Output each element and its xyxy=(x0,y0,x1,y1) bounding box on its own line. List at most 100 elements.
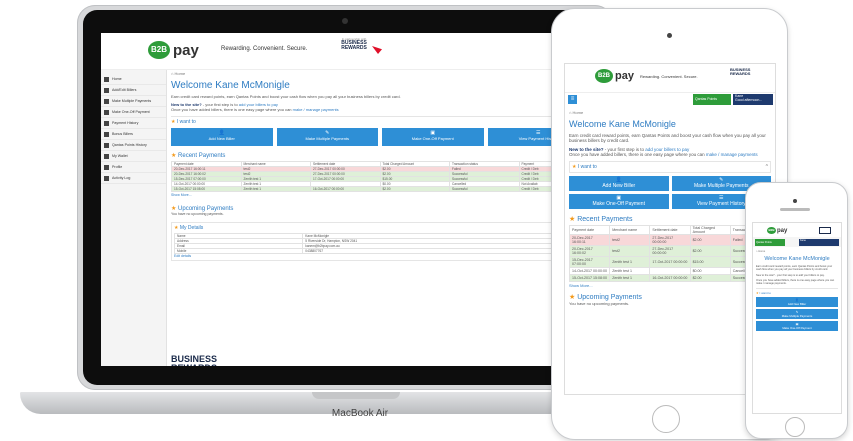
sidebar-item[interactable]: Activity Log xyxy=(101,173,166,184)
table-row[interactable]: 20-Dec-2017 16:00:02 test2 27-Dec-2017 00:… xyxy=(568,245,772,257)
sidebar-item[interactable]: Add/Edit Billers xyxy=(101,85,166,96)
sidebar-item-label: Qantas Points History xyxy=(112,143,147,147)
table-cell: Zenith test 1 xyxy=(609,274,651,282)
action-label: Add New Biller xyxy=(208,136,235,141)
pay-logo-text: pay xyxy=(173,41,199,59)
tablet-brand-logo[interactable]: B2B pay xyxy=(595,69,634,83)
manage-payments-link[interactable]: make / manage payments xyxy=(706,152,758,157)
phone-speaker xyxy=(780,208,810,211)
laptop-label: MacBook Air xyxy=(331,408,389,419)
phone-i-want-to[interactable]: ★ I want to xyxy=(756,288,838,295)
tablet-toolbar: ≡ Qantas Points Kane Good afternoon... xyxy=(565,92,775,107)
b2b-logo-badge: B2B xyxy=(767,227,776,234)
column-header[interactable]: Total Charged Amount xyxy=(689,225,731,235)
breadcrumb[interactable]: ⌂ Home xyxy=(171,71,589,76)
table-row[interactable]: 14-Oct-2017 00:00:00 Zenith test 1 $0.00 Ca… xyxy=(568,267,772,275)
menu-icon[interactable]: ≡ xyxy=(568,95,577,104)
sidebar-item[interactable]: Profile xyxy=(101,162,166,173)
upcoming-payments-header: ★ Upcoming Payments xyxy=(171,205,589,212)
upcoming-text: You have no upcoming payments. xyxy=(171,212,224,216)
tablet-show-more[interactable]: Show More... xyxy=(569,283,771,288)
tablet-main: ⌂ Home Welcome Kane McMonigle Earn credi… xyxy=(568,110,772,306)
action-button[interactable]: ▣ Make One-Off Payment xyxy=(382,128,484,146)
details-table: Name Kane McMonigle Address 5 Riverside Dr,… xyxy=(173,233,586,254)
action-button[interactable]: 👤 Add New Biller xyxy=(569,176,669,191)
action-button[interactable]: ▣ Make One-Off Payment xyxy=(569,194,669,209)
user-menu[interactable]: Kane Good afternoon... xyxy=(733,94,773,105)
i-want-to-header[interactable]: ★ I want to xyxy=(171,116,589,125)
tablet-tagline: Rewarding. Convenient. Secure. xyxy=(640,74,698,79)
list-icon xyxy=(104,98,109,104)
sidebar-item[interactable]: Make One-Off Payment xyxy=(101,107,166,118)
table-cell: Successful xyxy=(449,186,520,192)
action-button[interactable]: 👤 Add New Biller xyxy=(756,297,838,307)
user-greeting: Good afternoon... xyxy=(735,98,763,102)
tablet-i-want-to[interactable]: ★ I want to ^ xyxy=(569,161,771,173)
sidebar-item-label: Add/Edit Billers xyxy=(112,88,137,92)
table-cell: $2.00 xyxy=(689,274,731,282)
phone-action-buttons: 👤 Add New Biller ✎ Make Multiple Payments ▣ M… xyxy=(756,297,838,331)
column-header[interactable]: Settlement date xyxy=(649,225,691,235)
dollar-icon xyxy=(104,120,109,126)
user-icon xyxy=(104,164,109,170)
action-button[interactable]: ✎ Make Multiple Payments xyxy=(276,128,378,146)
phone-page-title: Welcome Kane McMonigle xyxy=(764,256,830,262)
qantas-points-badge[interactable]: Qantas Points xyxy=(693,94,731,105)
tablet-recent-header: ★ Recent Payments xyxy=(569,215,771,223)
detail-label: Mobile xyxy=(173,248,304,254)
edit-details-link[interactable]: Edit details xyxy=(174,254,586,258)
action-button[interactable]: 👤 Add New Biller xyxy=(171,128,273,146)
upcoming-title: Upcoming Payments xyxy=(577,294,642,301)
table-row[interactable]: 15-Dec-2017 07:00:00 Zenith test 1 17-Oct-… xyxy=(568,256,772,268)
my-details-title: My Details xyxy=(179,225,204,231)
phone-partner-logo xyxy=(819,227,831,234)
sidebar-item[interactable]: My Wallet xyxy=(101,151,166,162)
b2b-logo-badge: B2B xyxy=(148,41,170,59)
sidebar-item[interactable]: Bonus Billers xyxy=(101,129,166,140)
sidebar-item[interactable]: Qantas Points History xyxy=(101,140,166,151)
list-icon xyxy=(104,131,109,137)
partner-line2: REWARDS xyxy=(341,45,367,52)
phone-breadcrumb[interactable]: ⌂ Home xyxy=(756,250,838,253)
table-cell: $2.00 xyxy=(689,245,731,257)
detail-value: 0438807767 xyxy=(302,248,586,254)
table-header-row: Payment date Merchant name Settlement date… xyxy=(568,225,772,235)
table-row[interactable]: 15-Oct-2017 15:08:00 Zenith test 1 16-Oct-… xyxy=(171,186,589,192)
tablet-upcoming-text: You have no upcoming payments. xyxy=(569,301,630,306)
table-row[interactable]: 20-Dec-2017 16:00:11 test2 27-Dec-2017 00:… xyxy=(568,234,772,246)
table-cell: 20-Dec-2017 16:00:02 xyxy=(568,245,611,257)
phone-home-button[interactable] xyxy=(785,417,805,437)
intro-text: Earn credit card reward points, earn Qan… xyxy=(171,94,401,99)
sidebar-item[interactable]: Payment History xyxy=(101,118,166,129)
table-cell: test2 xyxy=(609,245,651,257)
my-details-panel: ★ My Details Name Kane McMonigle Address 5 … xyxy=(171,222,589,261)
trophy-icon xyxy=(104,142,109,148)
table-row[interactable]: 15-Oct-2017 15:08:00 Zenith test 1 16-Oct-… xyxy=(568,274,772,282)
user-menu[interactable]: Kane xyxy=(799,239,839,246)
sidebar-item[interactable]: Home xyxy=(101,74,166,85)
column-header[interactable]: Payment date xyxy=(568,225,611,235)
list-icon xyxy=(104,87,109,93)
main-content: ⌂ Home Welcome Kane McMonigle Earn credi… xyxy=(171,71,589,365)
brand-logo[interactable]: B2B pay xyxy=(148,41,199,59)
action-buttons: 👤 Add New Biller ✎ Make Multiple Payments ▣ M… xyxy=(171,128,589,146)
tablet-breadcrumb[interactable]: ⌂ Home xyxy=(569,110,771,115)
my-details-header[interactable]: ★ My Details xyxy=(174,225,586,231)
action-button[interactable]: ✎ Make Multiple Payments xyxy=(756,309,838,319)
column-header[interactable]: Merchant name xyxy=(609,225,651,235)
table-cell: test2 xyxy=(609,234,651,246)
qantas-points-badge[interactable]: Qantas Points xyxy=(755,239,785,246)
recent-payments-title: Recent Payments xyxy=(577,216,633,223)
list-icon xyxy=(104,109,109,115)
action-label: Make One-Off Payment xyxy=(411,136,454,141)
manage-payments-link[interactable]: make / manage payments xyxy=(293,107,339,112)
action-button[interactable]: ▣ Make One-Off Payment xyxy=(756,321,838,331)
tablet-home-button[interactable] xyxy=(652,405,680,433)
tagline: Rewarding. Convenient. Secure. xyxy=(221,46,308,52)
sidebar-item[interactable]: Make Multiple Payments xyxy=(101,96,166,107)
action-label: Make Multiple Payments xyxy=(781,314,813,318)
show-more-link[interactable]: Show More... xyxy=(171,193,589,197)
i-want-to-label: I want to xyxy=(577,164,597,170)
phone-brand-logo[interactable]: B2B pay xyxy=(767,227,787,234)
sidebar-item-label: Make One-Off Payment xyxy=(112,110,150,114)
